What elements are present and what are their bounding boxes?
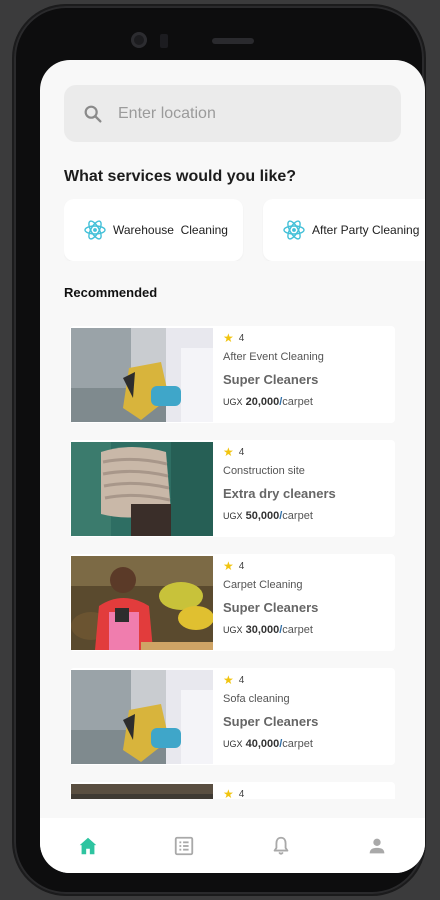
sensor-icon [160,34,168,48]
nav-bookings[interactable] [136,818,232,873]
service-chip-after-party-cleaning[interactable]: After Party Cleaning [263,199,425,261]
star-icon: ★ [223,331,234,345]
rating-value: 4 [238,332,245,344]
price: UGX 40,000/carpet [223,738,313,750]
service-photo-cleaner-jacket [71,670,213,764]
rating: ★ 4 [223,330,393,346]
star-icon: ★ [223,787,234,799]
price-amount: 40,000 [245,738,280,750]
service-card[interactable]: ★ 4 Carpet Cleaning Super Cleaners UGX 3… [70,554,395,651]
service-info: ★ 4 Construction site Extra dry cleaners… [223,444,393,522]
rating: ★ 4 [223,444,393,460]
price-amount: 30,000 [245,624,280,636]
service-info: ★ 4 [223,786,393,799]
currency: UGX [223,739,243,749]
nav-home[interactable] [40,818,136,873]
service-category: Sofa cleaning [223,693,290,705]
service-chip-label: Warehouse Cleaning [113,223,228,237]
search-icon [84,105,102,123]
service-photo-market-vendor [71,556,213,650]
service-info: ★ 4 After Event Cleaning Super Cleaners … [223,330,393,408]
star-icon: ★ [223,445,234,459]
service-photo-cleaner-jacket [71,328,213,422]
price-unit: carpet [282,396,313,408]
service-card[interactable]: ★ 4 Sofa cleaning Super Cleaners UGX 40,… [70,668,395,765]
list-icon [175,836,194,855]
price-amount: 50,000 [245,510,280,522]
service-chip-warehouse-cleaning[interactable]: Warehouse Cleaning [64,199,243,261]
price: UGX 30,000/carpet [223,624,313,636]
star-icon: ★ [223,559,234,573]
service-photo-partial [71,784,213,799]
company-name: Extra dry cleaners [223,486,336,501]
service-card[interactable]: ★ 4 After Event Cleaning Super Cleaners … [70,326,395,423]
atom-icon [84,220,106,240]
search-placeholder: Enter location [118,104,216,122]
bell-icon [273,836,288,855]
recommended-list[interactable]: ★ 4 After Event Cleaning Super Cleaners … [70,326,395,799]
bottom-navigation [40,818,425,873]
currency: UGX [223,511,243,521]
star-icon: ★ [223,673,234,687]
service-category: After Event Cleaning [223,351,324,363]
app-screen: Enter location What services would you l… [40,60,425,873]
price: UGX 20,000/carpet [223,396,313,408]
currency: UGX [223,397,243,407]
services-title: What services would you like? [64,168,297,185]
rating-value: 4 [238,446,245,458]
services-chip-row: Warehouse Cleaning After Party Cleaning [64,199,425,261]
company-name: Super Cleaners [223,372,319,387]
nav-profile[interactable] [329,818,425,873]
phone-frame: Enter location What services would you l… [14,6,425,894]
service-info: ★ 4 Sofa cleaning Super Cleaners UGX 40,… [223,672,393,750]
camera-icon [131,32,147,48]
service-photo-folded-towels [71,442,213,536]
speaker-grille [212,38,254,44]
price-unit: carpet [282,738,313,750]
price: UGX 50,000/carpet [223,510,313,522]
company-name: Super Cleaners [223,600,319,615]
company-name: Super Cleaners [223,714,319,729]
home-icon [79,837,97,854]
service-card[interactable]: ★ 4 [70,782,395,799]
nav-notifications[interactable] [233,818,329,873]
rating: ★ 4 [223,558,393,574]
price-unit: carpet [282,510,313,522]
rating: ★ 4 [223,786,393,799]
currency: UGX [223,625,243,635]
person-icon [369,838,385,853]
price-unit: carpet [282,624,313,636]
service-category: Construction site [223,465,305,477]
service-card[interactable]: ★ 4 Construction site Extra dry cleaners… [70,440,395,537]
price-amount: 20,000 [245,396,280,408]
service-chip-label: After Party Cleaning [312,223,420,237]
rating: ★ 4 [223,672,393,688]
service-category: Carpet Cleaning [223,579,303,591]
search-input[interactable]: Enter location [64,85,401,142]
atom-icon [283,220,305,240]
rating-value: 4 [238,674,245,686]
rating-value: 4 [238,788,245,800]
service-info: ★ 4 Carpet Cleaning Super Cleaners UGX 3… [223,558,393,636]
rating-value: 4 [238,560,245,572]
recommended-title: Recommended [64,285,158,300]
